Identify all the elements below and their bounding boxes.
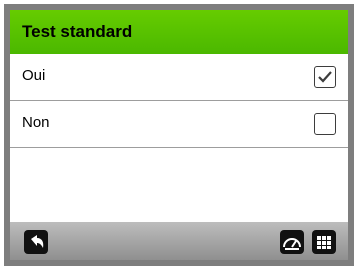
option-list: Oui Non: [10, 54, 348, 222]
checked-checkbox[interactable]: [314, 66, 336, 88]
option-label: Non: [22, 114, 50, 131]
option-row-non[interactable]: Non: [10, 101, 348, 148]
device-screen: Test standard Oui Non: [0, 0, 358, 270]
option-label: Oui: [22, 67, 46, 84]
header-bar: Test standard: [10, 10, 348, 54]
check-icon: [318, 71, 332, 83]
speedometer-icon[interactable]: [280, 230, 304, 254]
unchecked-checkbox[interactable]: [314, 113, 336, 135]
option-row-oui[interactable]: Oui: [10, 54, 348, 101]
page-title: Test standard: [22, 22, 133, 41]
footer-toolbar: [10, 222, 348, 260]
grid-menu-icon[interactable]: [312, 230, 336, 254]
back-arrow-icon[interactable]: [24, 230, 48, 254]
app-panel: Test standard Oui Non: [10, 10, 348, 260]
